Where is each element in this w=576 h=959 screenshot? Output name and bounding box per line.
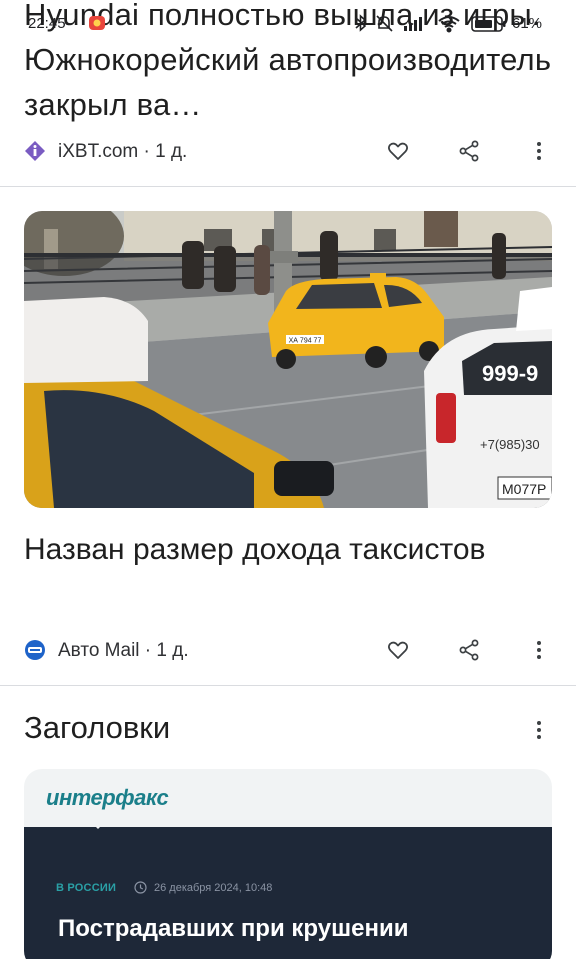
heart-icon — [387, 641, 409, 659]
bluetooth-icon — [355, 14, 367, 32]
card-headline[interactable]: Пострадавших при крушении — [58, 915, 408, 943]
card-notch — [86, 817, 110, 829]
status-icons — [355, 14, 506, 33]
article-1-meta: iXBT.com · 1 д. — [0, 131, 576, 171]
signal-icon — [404, 17, 422, 31]
share-button[interactable] — [455, 636, 483, 664]
more-vert-icon — [537, 641, 541, 659]
ixbt-logo-icon — [25, 141, 45, 161]
divider — [0, 186, 576, 187]
card-date: 26 декабря 2024, 10:48 — [154, 882, 273, 894]
section-more-button[interactable] — [525, 716, 553, 744]
bell-off-icon — [376, 15, 393, 32]
taxi-plate-text: ХА 794 77 — [289, 338, 322, 345]
heart-icon — [387, 142, 409, 160]
status-bar: 22:45 61% — [0, 0, 576, 40]
interfax-logo: интерфакс — [46, 785, 169, 810]
taxi-phone-small: +7(985)30 — [480, 437, 540, 452]
more-vert-icon — [537, 721, 541, 739]
status-time: 22:45 — [28, 15, 66, 32]
taxi-plate-right: М077Р — [502, 481, 546, 497]
more-vert-icon — [537, 142, 541, 160]
share-button[interactable] — [455, 137, 483, 165]
share-icon — [459, 639, 479, 661]
battery-icon — [471, 16, 506, 32]
like-button[interactable] — [384, 636, 412, 664]
wifi-icon — [438, 16, 460, 33]
article-2-source[interactable]: Авто Mail · 1 д. — [58, 640, 189, 662]
article-2-photo[interactable]: ХА 794 77 999-9 +7(985)30 М077Р — [24, 211, 552, 508]
more-options-button[interactable] — [525, 137, 553, 165]
headline-card[interactable]: интерфакс В РОССИИ 26 декабря 2024, 10:4… — [24, 769, 552, 959]
divider — [0, 685, 576, 686]
taxi-street-image: ХА 794 77 999-9 +7(985)30 М077Р — [24, 211, 552, 508]
section-title: Заголовки — [24, 710, 171, 745]
like-button[interactable] — [384, 137, 412, 165]
more-options-button[interactable] — [525, 636, 553, 664]
card-category-tag: В РОССИИ — [56, 882, 117, 894]
taxi-phone-big: 999-9 — [482, 361, 538, 386]
article-2-meta: Авто Mail · 1 д. — [0, 630, 576, 670]
article-2-headline[interactable]: Назван размер дохода таксистов — [24, 527, 544, 572]
share-icon — [459, 140, 479, 162]
clock-icon — [134, 881, 147, 894]
battery-percent: 61% — [512, 15, 543, 32]
article-1-source[interactable]: iXBT.com · 1 д. — [58, 141, 187, 163]
auto-mail-logo-icon — [25, 640, 45, 660]
notification-app-icon — [89, 16, 105, 30]
